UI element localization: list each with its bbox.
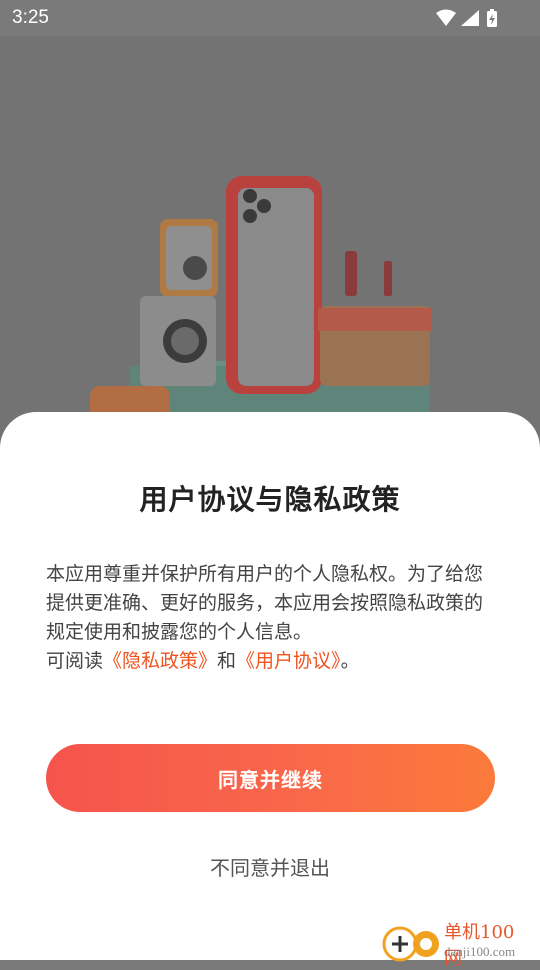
watermark-url: danji100.com (444, 944, 516, 959)
watermark-logo-icon (382, 926, 439, 962)
disagree-exit-button[interactable]: 不同意并退出 (0, 852, 540, 881)
and-text: 和 (217, 650, 237, 672)
user-agreement-link[interactable]: 《用户协议》 (236, 650, 341, 672)
battery-icon (487, 9, 497, 27)
speaker-shape (160, 219, 218, 297)
status-icons (436, 8, 502, 30)
read-prefix: 可阅读 (46, 650, 104, 672)
dialog-body: 本应用尊重并保护所有用户的个人隐私权。为了给您提供更准确、更好的服务，本应用会按… (46, 560, 494, 676)
hero-illustration (0, 36, 540, 456)
status-bar: 3:25 (0, 0, 540, 36)
agree-continue-button[interactable]: 同意并继续 (46, 744, 495, 812)
status-time: 3:25 (12, 7, 49, 28)
privacy-dialog: 用户协议与隐私政策 本应用尊重并保护所有用户的个人隐私权。为了给您提供更准确、更… (0, 412, 540, 969)
dialog-title: 用户协议与隐私政策 (139, 483, 401, 516)
watermark: 单机100网 danji100.com (382, 920, 530, 969)
end-period: 。 (340, 650, 360, 672)
signal-icon (461, 10, 479, 26)
wifi-icon (436, 9, 456, 26)
shop-shape (318, 251, 432, 386)
body-text: 本应用尊重并保护所有用户的个人隐私权。为了给您提供更准确、更好的服务，本应用会按… (46, 563, 484, 643)
washer-shape (140, 296, 216, 386)
phone-shape (226, 176, 322, 394)
privacy-policy-link[interactable]: 《隐私政策》 (103, 650, 217, 672)
